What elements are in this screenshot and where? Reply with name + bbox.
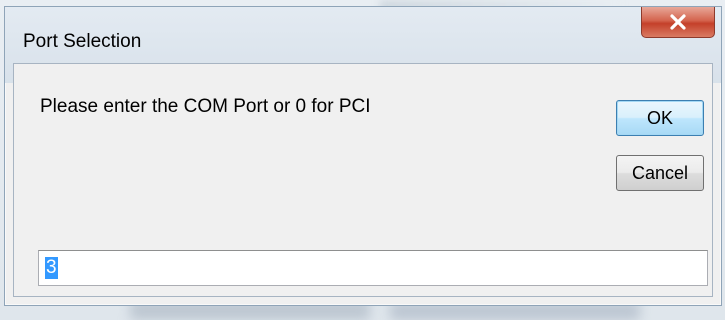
window-title: Port Selection <box>23 31 142 52</box>
close-button[interactable] <box>641 7 715 38</box>
dialog-content: Please enter the COM Port or 0 for PCI O… <box>13 63 713 297</box>
prompt-label: Please enter the COM Port or 0 for PCI <box>40 96 371 117</box>
input-value: 3 <box>45 257 58 279</box>
port-selection-dialog: Port Selection Please enter the COM Port… <box>4 6 722 306</box>
close-icon <box>669 14 687 30</box>
cancel-button[interactable]: Cancel <box>616 155 704 191</box>
ok-button[interactable]: OK <box>616 100 704 136</box>
com-port-input[interactable]: 3 <box>38 250 708 286</box>
